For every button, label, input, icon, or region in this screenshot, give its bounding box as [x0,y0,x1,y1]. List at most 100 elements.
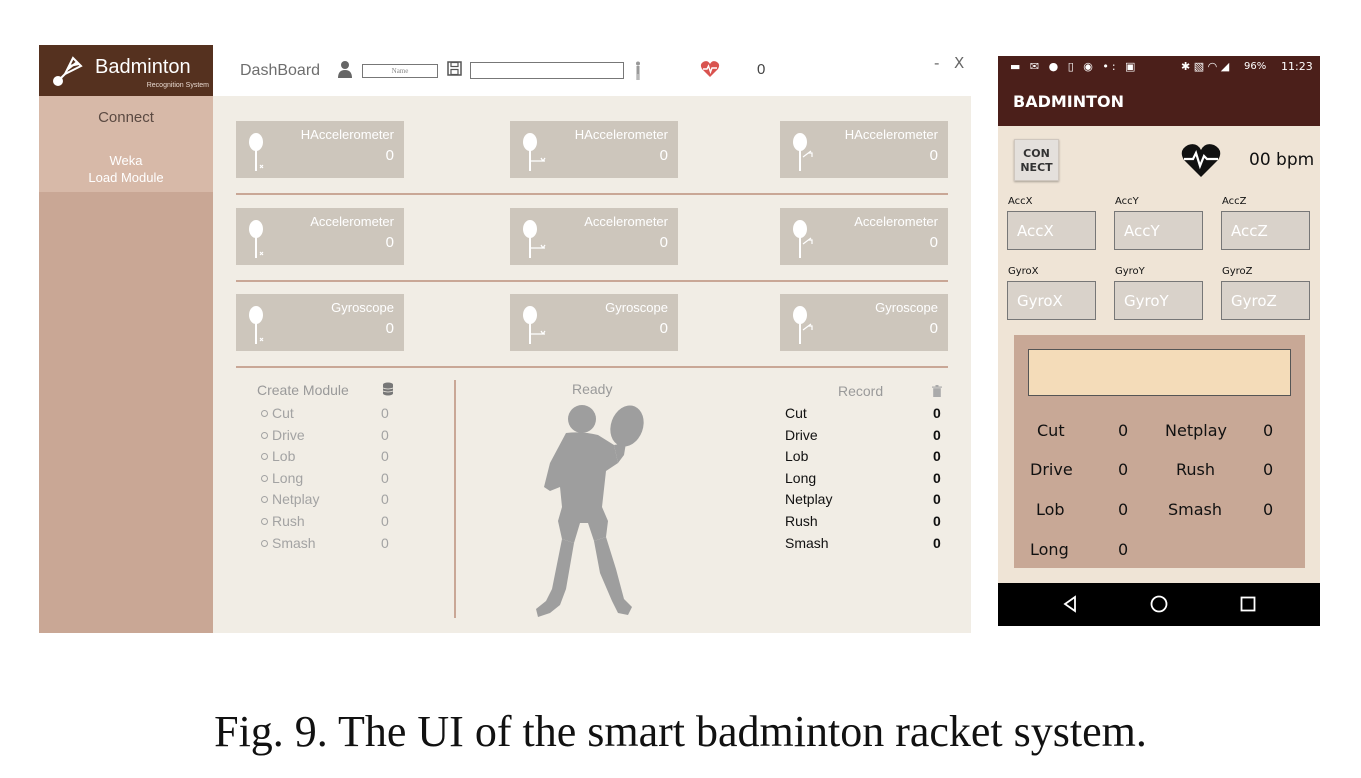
app-logo: Badminton Recognition System [39,45,213,96]
topbar: DashBoard Name 0 - X [213,45,971,96]
back-icon[interactable] [1060,594,1080,614]
row-divider [236,193,948,195]
racket-x-icon [249,306,264,344]
record-count: 0 [933,448,941,464]
module-option-netplay[interactable]: Netplay [261,491,319,507]
count-value: 0 [1263,500,1274,519]
record-label: Rush [785,513,818,529]
status-time: 11:23 [1281,60,1313,73]
module-count: 0 [381,535,389,551]
android-nav-bar [998,583,1320,626]
sensor-tile: Gyroscope 0 [236,294,404,351]
sidebar-menu: Connect Weka Load Module [39,96,213,192]
tile-value: 0 [385,234,394,251]
sidebar-item-connect[interactable]: Connect [39,109,213,126]
sidebar-load-module-label: Load Module [88,170,164,185]
acc-y-field[interactable]: AccY [1114,211,1203,250]
recents-icon[interactable] [1238,594,1258,614]
create-module-title: Create Module [257,382,349,398]
sidebar-item-weka-load-module[interactable]: Weka Load Module [39,152,213,186]
save-icon[interactable] [447,61,462,76]
module-count: 0 [381,405,389,421]
module-option-label: Long [272,470,304,486]
radio-icon [261,410,268,417]
acc-z-label: AccZ [1222,196,1247,207]
acc-z-field[interactable]: AccZ [1221,211,1310,250]
minimize-button[interactable]: - [934,54,939,72]
user-icon [338,61,352,78]
acc-x-field[interactable]: AccX [1007,211,1096,250]
record-count: 0 [933,535,941,551]
notification-icons: ▬ ✉ ● ▯ ◉ •: ▣ [1010,60,1139,73]
gyro-z-field[interactable]: GyroZ [1221,281,1310,320]
tile-label: HAccelerometer [574,127,668,142]
status-label: Ready [572,381,613,397]
count-label: Long [1030,540,1069,559]
phone-app: ▬ ✉ ● ▯ ◉ •: ▣ ✱ ▧ ◠ ◢ 96% 11:23 BADMINT… [998,56,1320,626]
gyro-y-field[interactable]: GyroY [1114,281,1203,320]
module-option-drive[interactable]: Drive [261,427,305,443]
tile-label: Gyroscope [605,300,668,315]
database-icon[interactable] [382,382,394,396]
gyro-x-field[interactable]: GyroX [1007,281,1096,320]
racket-x-icon [249,220,264,258]
tile-label: Accelerometer [584,214,668,229]
record-count: 0 [933,470,941,486]
sensor-tile: Accelerometer 0 [780,208,948,265]
tile-value: 0 [659,320,668,337]
radio-icon [261,518,268,525]
module-option-rush[interactable]: Rush [261,513,305,529]
gyro-y-label: GyroY [1115,266,1145,277]
sensor-tile: Gyroscope 0 [510,294,678,351]
connect-button[interactable]: CON NECT [1014,139,1059,181]
module-option-long[interactable]: Long [261,470,303,486]
name-input[interactable]: Name [362,64,438,78]
close-button[interactable]: X [954,54,964,72]
home-icon[interactable] [1149,594,1169,614]
module-option-label: Drive [272,427,305,443]
module-option-cut[interactable]: Cut [261,405,294,421]
file-path-input[interactable] [470,62,624,79]
count-value: 0 [1118,500,1129,519]
tile-label: Gyroscope [331,300,394,315]
tile-value: 0 [929,320,938,337]
count-value: 0 [1263,460,1274,479]
module-option-lob[interactable]: Lob [261,448,295,464]
module-option-label: Lob [272,448,296,464]
phone-app-bar: BADMINTON [998,80,1320,126]
record-count: 0 [933,491,941,507]
count-value: 0 [1263,421,1274,440]
trash-icon[interactable] [932,385,942,397]
count-label: Cut [1037,421,1065,440]
row-divider [236,280,948,282]
heart-rate-icon [1181,144,1221,177]
tile-label: Accelerometer [310,214,394,229]
sensor-tile: HAccelerometer 0 [236,121,404,178]
player-silhouette-icon [536,405,644,617]
count-label: Smash [1168,500,1223,519]
module-count: 0 [381,427,389,443]
gyro-z-label: GyroZ [1222,266,1253,277]
phone-app-title: BADMINTON [1013,92,1125,111]
record-label: Smash [785,535,829,551]
tile-value: 0 [659,234,668,251]
radio-icon [261,475,268,482]
record-label: Lob [785,448,809,464]
phone-status-bar: ▬ ✉ ● ▯ ◉ •: ▣ ✱ ▧ ◠ ◢ 96% 11:23 [998,56,1320,80]
tile-value: 0 [659,147,668,164]
connect-label-line1: CON [1023,147,1050,160]
record-label: Cut [785,405,807,421]
row-divider [236,366,948,368]
result-text-field[interactable] [1028,349,1291,396]
tile-value: 0 [929,234,938,251]
radio-icon [261,453,268,460]
module-count: 0 [381,470,389,486]
tile-label: HAccelerometer [844,127,938,142]
module-option-smash[interactable]: Smash [261,535,316,551]
module-count: 0 [381,448,389,464]
radio-icon [261,432,268,439]
tile-value: 0 [385,147,394,164]
record-count: 0 [933,513,941,529]
record-label: Drive [785,427,818,443]
count-label: Lob [1036,500,1065,519]
